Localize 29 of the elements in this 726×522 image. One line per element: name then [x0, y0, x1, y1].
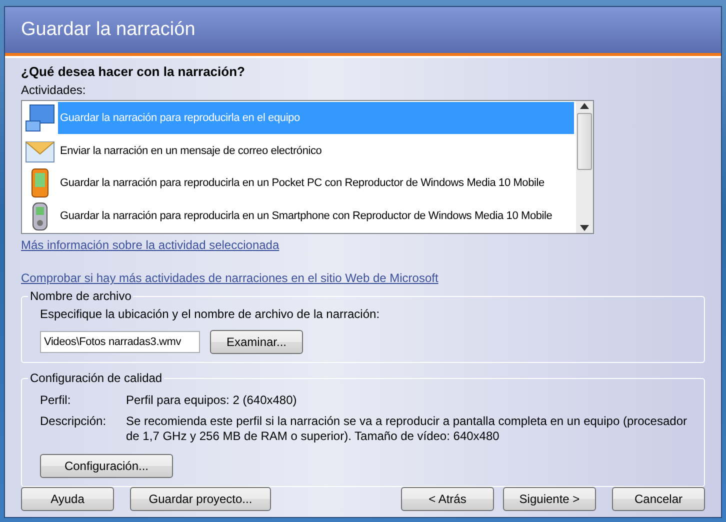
field-value: Se recomienda este perfil si la narración se va a reproducir a pantalla completa en un equipo (procesador de 1,7 GHz y 256 MB de RAM o superior). Tamaño de vídeo: 640x480 [126, 414, 688, 444]
group-title: Nombre de archivo [29, 289, 132, 303]
scroll-down-icon[interactable] [580, 225, 589, 231]
dialog-button[interactable]: Ayuda [21, 487, 114, 511]
more-activities-link[interactable]: Comprobar si hay más actividades de narraciones en el sitio Web de Microsoft [21, 271, 438, 285]
file-path-field[interactable]: Videos\Fotos narradas3.wmv [40, 331, 200, 353]
group-title: Configuración de calidad [29, 371, 164, 385]
dialog-button[interactable]: Guardar proyecto... [130, 487, 271, 511]
activity-item[interactable]: Enviar la narración en un mensaje de correo electrónico [58, 134, 574, 167]
scroll-up-icon[interactable] [580, 103, 589, 109]
file-prompt: Especifique la ubicación y el nombre de archivo de la narración: [40, 307, 380, 321]
more-info-link[interactable]: Más información sobre la actividad seleccionada [21, 238, 280, 252]
field-value: Perfil para equipos: 2 (640x480) [126, 393, 298, 408]
browse-button[interactable]: Examinar... [210, 330, 303, 354]
dialog-button[interactable]: < Atrás [401, 487, 494, 511]
settings-button[interactable]: Configuración... [40, 454, 173, 478]
scroll-thumb[interactable] [577, 113, 592, 170]
window-title: Guardar la narración [21, 19, 196, 41]
activities-label: Actividades: [21, 83, 87, 97]
activity-item[interactable]: Guardar la narración para reproducirla en un Smartphone con Reproductor de Windows Media 10 Mobile [58, 200, 574, 232]
activity-item[interactable]: Guardar la narración para reproducirla en un Pocket PC con Reproductor de Windows Media 10 Mobile [58, 167, 574, 200]
activities-list[interactable] [21, 100, 594, 234]
scrollbar[interactable] [576, 101, 593, 233]
question-heading: ¿Qué desea hacer con la narración? [21, 64, 246, 79]
computer-icon [24, 103, 56, 134]
dialog-button[interactable]: Siguiente > [503, 487, 596, 511]
dialog-button[interactable]: Cancelar [612, 487, 705, 511]
field-label: Perfil: [40, 393, 72, 408]
field-label: Descripción: [40, 414, 108, 430]
